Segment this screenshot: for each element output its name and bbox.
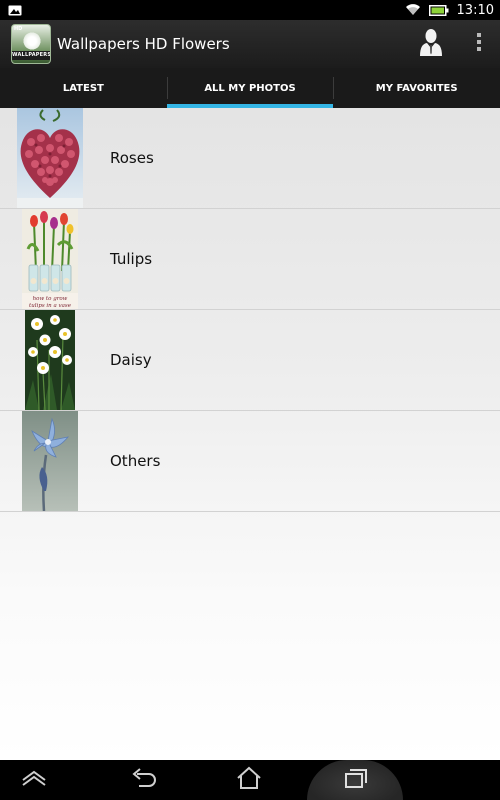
overflow-menu-icon <box>476 33 482 55</box>
tulips-vase-thumbnail: how to grow tulips in a vase <box>22 209 78 309</box>
category-row-tulips[interactable]: how to grow tulips in a vase Tulips <box>0 209 500 310</box>
category-label: Tulips <box>110 250 153 268</box>
nav-home-button[interactable] <box>229 760 269 800</box>
category-row-roses[interactable]: Roses <box>0 108 500 209</box>
person-icon <box>419 28 443 60</box>
tab-my-favorites[interactable]: MY FAVORITES <box>333 68 500 108</box>
back-icon <box>131 767 157 793</box>
action-bar: HD WALLPAPERS Wallpapers HD Flowers <box>0 20 500 68</box>
category-label: Others <box>110 452 161 470</box>
app-title: Wallpapers HD Flowers <box>57 35 230 53</box>
blue-flower-thumbnail <box>22 411 78 512</box>
nav-back-button[interactable] <box>124 760 164 800</box>
app-logo[interactable]: HD WALLPAPERS <box>11 24 51 64</box>
category-label: Roses <box>110 149 154 167</box>
category-label: Daisy <box>110 351 152 369</box>
battery-icon <box>428 1 449 20</box>
tab-label: LATEST <box>62 82 104 94</box>
status-bar: 13:10 <box>0 0 500 20</box>
status-notifications <box>8 1 22 20</box>
category-row-daisy[interactable]: Daisy <box>0 310 500 411</box>
tab-all-my-photos[interactable]: ALL MY PHOTOS <box>166 68 334 108</box>
category-list: Roses how to grow tulips in a vase Tulip… <box>0 108 500 760</box>
tab-bar: LATEST ALL MY PHOTOS MY FAVORITES <box>0 68 500 108</box>
tab-label: ALL MY PHOTOS <box>204 82 296 94</box>
app-logo-ribbon: WALLPAPERS <box>12 51 51 60</box>
tab-label: MY FAVORITES <box>375 82 458 94</box>
overflow-menu-button[interactable] <box>463 20 495 68</box>
svg-text:how to grow: how to grow <box>33 296 68 302</box>
wifi-icon <box>405 1 421 20</box>
rose-heart-thumbnail <box>17 108 83 208</box>
system-nav-bar <box>0 760 500 800</box>
recent-apps-icon <box>342 767 368 793</box>
daisy-thumbnail <box>25 310 75 411</box>
flower-icon <box>22 31 42 51</box>
svg-text:tulips in a vase: tulips in a vase <box>29 303 72 309</box>
status-clock: 13:10 <box>456 2 494 18</box>
category-row-others[interactable]: Others <box>0 411 500 512</box>
profile-button[interactable] <box>409 20 453 68</box>
nav-recent-apps-button[interactable] <box>307 760 403 800</box>
picture-icon <box>8 1 22 20</box>
nav-up-button[interactable] <box>14 760 54 800</box>
home-icon <box>236 766 262 794</box>
tab-latest[interactable]: LATEST <box>0 68 167 108</box>
status-system: 13:10 <box>405 1 494 20</box>
app-logo-badge: HD <box>14 26 23 32</box>
chevron-up-icon <box>21 769 47 791</box>
